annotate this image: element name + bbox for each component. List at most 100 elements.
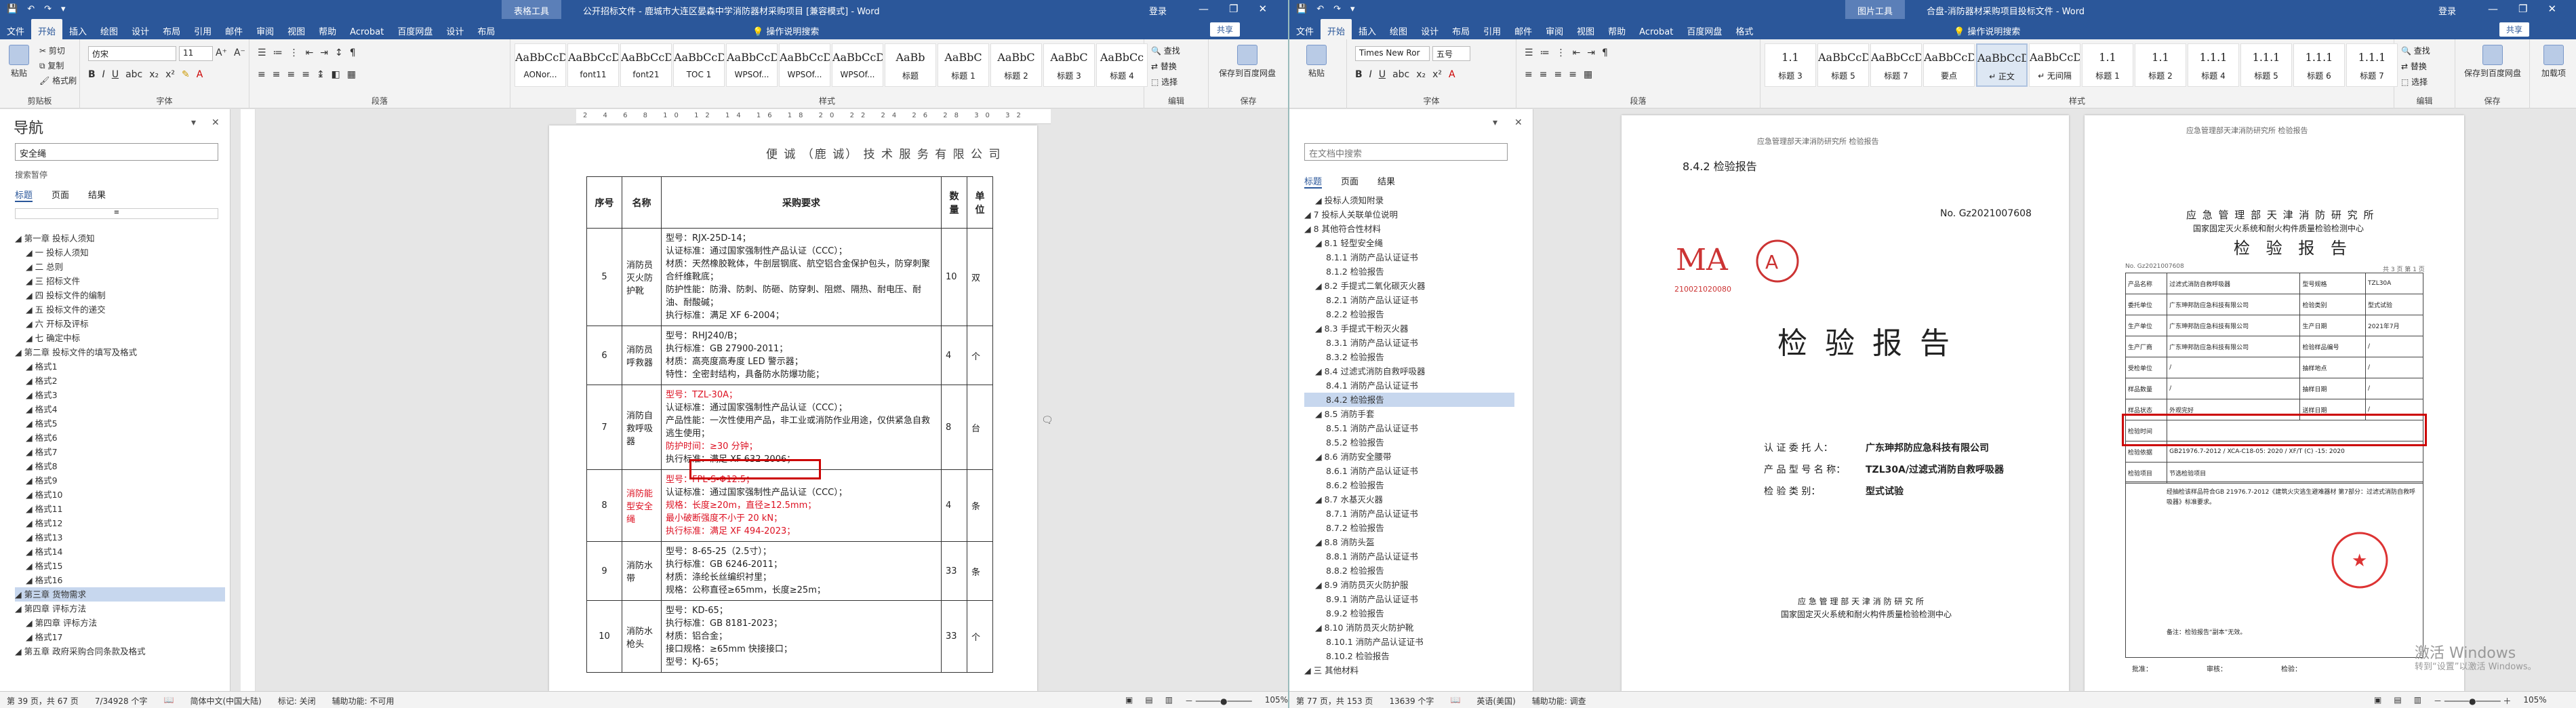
collapse-icon[interactable]: ◢	[1304, 665, 1314, 675]
collapse-icon[interactable]: ◢	[15, 347, 24, 357]
web-layout-icon[interactable]: ▥	[1165, 695, 1173, 708]
signin-link[interactable]: 登录	[2438, 4, 2456, 17]
ribbon-tab-5[interactable]: 布局	[1445, 19, 1476, 39]
nav-heading-item[interactable]: ◢ 投标人须知附录	[1304, 193, 1514, 208]
nav-heading-item[interactable]: ◢ 8.4 过滤式消防自救呼吸器	[1304, 364, 1514, 378]
word-count[interactable]: 7/34928 个字	[95, 695, 148, 707]
undo-icon[interactable]: ↶	[27, 4, 35, 14]
collapse-icon[interactable]: ◢	[1315, 238, 1325, 248]
nav-heading-item[interactable]: 8.9.1 消防产品认证证书	[1304, 592, 1514, 606]
collapse-icon[interactable]: ◢	[1315, 281, 1325, 291]
style-item[interactable]: AaBbCcDc font21	[620, 43, 672, 87]
nav-heading-item[interactable]: ◢ 六 开标及评标	[15, 317, 225, 331]
nav-heading-item[interactable]: 8.7.2 检验报告	[1304, 521, 1514, 535]
collapse-icon[interactable]: ◢	[1315, 409, 1325, 419]
nav-heading-item[interactable]: ◢ 四 投标文件的编制	[15, 288, 225, 302]
nav-tab-0[interactable]: 标题	[15, 188, 33, 202]
nav-heading-item[interactable]: 8.2.1 消防产品认证证书	[1304, 293, 1514, 307]
align-center-icon[interactable]: ≡	[273, 69, 281, 80]
nav-heading-item[interactable]: ◢ 一 投标人须知	[15, 245, 225, 260]
autosave-icon[interactable]: 💾	[1296, 4, 1307, 14]
cut-button[interactable]: ✂ 剪切	[39, 45, 65, 56]
collapse-icon[interactable]: ◢	[15, 646, 24, 656]
line-spacing-icon[interactable]: ↨	[317, 69, 325, 80]
collapse-icon[interactable]: ◢	[26, 575, 35, 585]
superscript-icon[interactable]: x²	[1432, 69, 1442, 80]
underline-icon[interactable]: U	[112, 69, 119, 80]
collapse-icon[interactable]: ◢	[26, 390, 35, 400]
font-color-icon[interactable]: A	[1449, 69, 1455, 80]
ribbon-tab-13[interactable]: 设计	[439, 19, 470, 39]
multilevel-icon[interactable]: ⋮	[1556, 47, 1566, 58]
nav-heading-item[interactable]: ◢ 格式14	[15, 545, 225, 559]
ribbon-tab-1[interactable]: 开始	[1321, 19, 1352, 39]
nav-heading-item[interactable]: ◢ 第三章 货物需求	[15, 587, 225, 602]
style-item[interactable]: AaBbCcDc AONor...	[515, 43, 566, 87]
font-name-box[interactable]: Times New Ror	[1355, 46, 1430, 61]
collapse-icon[interactable]: ◢	[26, 290, 35, 300]
style-item[interactable]: AaBbC 标题 1	[938, 43, 989, 87]
ribbon-tab-8[interactable]: 审阅	[1539, 19, 1570, 39]
nav-options-icon[interactable]: ▾	[191, 117, 196, 128]
nav-heading-item[interactable]: ◢ 二 总则	[15, 260, 225, 274]
align-right-icon[interactable]: ≡	[287, 69, 295, 80]
nav-heading-item[interactable]: ◢ 8.1 轻型安全绳	[1304, 236, 1514, 250]
paste-button[interactable]: 粘贴	[5, 45, 33, 79]
ribbon-tab-7[interactable]: 邮件	[1508, 19, 1539, 39]
collapse-icon[interactable]: ◢	[26, 404, 35, 414]
nav-heading-item[interactable]: ◢ 三 其他材料	[1304, 663, 1514, 677]
nav-heading-item[interactable]: ◢ 第二章 投标文件的填写及格式	[15, 345, 225, 359]
find-button[interactable]: 🔍 查找	[2401, 45, 2430, 56]
style-item[interactable]: AaBbCcDc 标题 7	[1870, 43, 1922, 87]
collapse-icon[interactable]: ◢	[26, 475, 35, 486]
style-item[interactable]: AaBb 标题	[885, 43, 936, 87]
save-baidu-button[interactable]: 保存到百度网盘	[2462, 45, 2523, 79]
numbering-icon[interactable]: ≔	[1540, 47, 1550, 58]
ribbon-tab-13[interactable]: 格式	[1729, 19, 1760, 39]
collapse-icon[interactable]: ◢	[26, 376, 35, 386]
ribbon-tab-4[interactable]: 设计	[1414, 19, 1445, 39]
replace-button[interactable]: ⇄ 替换	[1151, 60, 1180, 72]
shading-icon[interactable]: ◧	[331, 69, 340, 80]
save-baidu-button[interactable]: 保存到百度网盘	[1217, 45, 1278, 79]
collapse-icon[interactable]: ◢	[1315, 366, 1325, 376]
ribbon-tab-7[interactable]: 邮件	[218, 19, 249, 39]
collapse-icon[interactable]: ◢	[26, 433, 35, 443]
collapse-icon[interactable]: ◢	[1315, 537, 1325, 547]
bullets-icon[interactable]: ☰	[258, 47, 266, 58]
undo-icon[interactable]: ↶	[1316, 4, 1324, 14]
proofing-icon[interactable]: 📖	[163, 695, 174, 707]
proofing-icon[interactable]: 📖	[1450, 695, 1460, 707]
nav-heading-item[interactable]: ◢ 格式7	[15, 445, 225, 459]
collapse-icon[interactable]: ◢	[26, 561, 35, 571]
collapse-icon[interactable]: ◢	[26, 361, 35, 372]
format-painter-button[interactable]: 🖌 格式刷	[39, 75, 77, 86]
style-item[interactable]: AaBbCcDc 要点	[1923, 43, 1975, 87]
nav-heading-item[interactable]: ◢ 格式2	[15, 374, 225, 388]
style-item[interactable]: AaBbCcDc WPSOf...	[832, 43, 883, 87]
autosave-icon[interactable]: 💾	[7, 4, 18, 14]
nav-heading-item[interactable]: ◢ 8.2 手提式二氧化碳灭火器	[1304, 279, 1514, 293]
comment-icon[interactable]: 🗨	[1041, 415, 1053, 426]
addins-button[interactable]: 加载项	[2537, 45, 2571, 79]
ribbon-tab-9[interactable]: 视图	[1570, 19, 1601, 39]
nav-close-icon[interactable]: ✕	[212, 117, 220, 128]
nav-heading-item[interactable]: ◢ 第四章 评标方法	[15, 602, 225, 616]
copy-button[interactable]: ⧉ 复制	[39, 60, 64, 71]
collapse-icon[interactable]: ◢	[26, 262, 35, 272]
style-item[interactable]: 1.1.1 标题 6	[2293, 43, 2345, 87]
nav-options-icon[interactable]: ▾	[1493, 117, 1497, 128]
font-size-box[interactable]: 11	[179, 46, 213, 61]
style-item[interactable]: 1.1.1 标题 4	[2188, 43, 2239, 87]
nav-heading-item[interactable]: ◢ 第五章 政府采购合同条款及格式	[15, 644, 225, 658]
nav-heading-item[interactable]: ◢ 8.3 手提式干粉灭火器	[1304, 321, 1514, 336]
nav-heading-item[interactable]: 8.4.1 消防产品认证证书	[1304, 378, 1514, 393]
read-mode-icon[interactable]: ▣	[2374, 695, 2381, 707]
accessibility[interactable]: 辅助功能: 不可用	[332, 695, 395, 707]
page-count[interactable]: 第 39 页，共 67 页	[7, 695, 79, 707]
nav-heading-item[interactable]: ◢ 8.10 消防员灭火防护靴	[1304, 621, 1514, 635]
zoom-level[interactable]: 105%	[1265, 695, 1288, 708]
borders-icon[interactable]: ▦	[1584, 69, 1592, 80]
nav-heading-item[interactable]: 8.3.1 消防产品认证证书	[1304, 336, 1514, 350]
increase-indent-icon[interactable]: ⇥	[1587, 47, 1595, 58]
